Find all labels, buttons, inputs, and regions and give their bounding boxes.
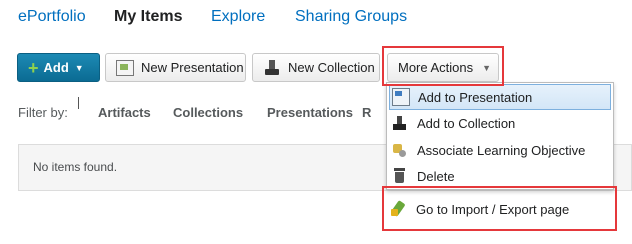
toolbar: + Add ▼ New Presentation New Collection …	[0, 53, 632, 85]
plus-icon: +	[28, 57, 39, 78]
menu-item-label: Add to Presentation	[418, 89, 533, 105]
filter-label: Filter by:	[18, 105, 68, 120]
add-button-label: Add	[43, 60, 69, 75]
menu-item-label: Associate Learning Objective	[417, 142, 586, 158]
add-button[interactable]: + Add ▼	[17, 53, 100, 82]
collection-icon	[391, 114, 409, 132]
menu-item-delete[interactable]: Delete	[389, 163, 611, 189]
trash-icon	[391, 167, 409, 185]
filter-collections[interactable]: Collections	[173, 105, 243, 120]
menu-item-label: Delete	[417, 168, 455, 184]
collection-icon	[263, 59, 281, 76]
nav-eportfolio[interactable]: ePortfolio	[18, 8, 86, 26]
nav-explore[interactable]: Explore	[211, 8, 265, 26]
chevron-down-icon: ▼	[74, 62, 84, 73]
new-collection-button[interactable]: New Collection	[252, 53, 380, 82]
filter-presentations[interactable]: Presentations	[267, 105, 353, 120]
top-navigation: ePortfolio My Items Explore Sharing Grou…	[0, 0, 632, 40]
menu-item-label: Add to Collection	[417, 115, 516, 131]
more-actions-label: More Actions	[398, 60, 474, 75]
empty-message: No items found.	[33, 160, 118, 174]
menu-item-add-to-presentation[interactable]: Add to Presentation	[389, 84, 611, 110]
chevron-down-icon: ▼	[482, 62, 492, 73]
menu-item-associate-learning-objective[interactable]: Associate Learning Objective	[389, 137, 611, 163]
nav-my-items[interactable]: My Items	[114, 8, 182, 26]
menu-item-import-export[interactable]: Go to Import / Export page	[388, 196, 612, 222]
new-presentation-button[interactable]: New Presentation	[105, 53, 246, 82]
filter-truncated[interactable]: R	[362, 105, 371, 120]
menu-item-label: Go to Import / Export page	[416, 201, 570, 217]
import-export-icon	[390, 200, 408, 218]
filter-artifacts[interactable]: Artifacts	[98, 105, 151, 120]
new-presentation-label: New Presentation	[141, 60, 244, 75]
presentation-icon	[392, 88, 410, 106]
learning-objective-icon	[391, 141, 409, 159]
menu-item-add-to-collection[interactable]: Add to Collection	[389, 110, 611, 136]
more-actions-menu: Add to Presentation Add to Collection As…	[386, 82, 614, 190]
presentation-icon	[116, 59, 134, 76]
new-collection-label: New Collection	[288, 60, 375, 75]
nav-sharing-groups[interactable]: Sharing Groups	[295, 8, 407, 26]
filter-divider	[78, 97, 79, 109]
more-actions-button[interactable]: More Actions ▼	[387, 53, 499, 82]
